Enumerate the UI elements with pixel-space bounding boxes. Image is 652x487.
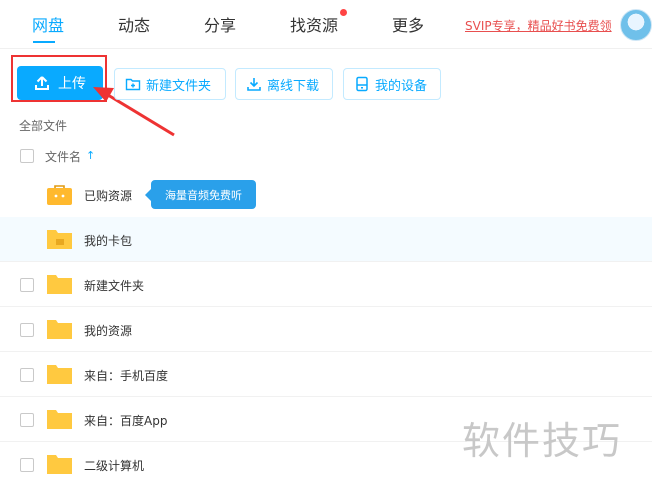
- new-folder-label: 新建文件夹: [146, 78, 212, 94]
- promo-tooltip[interactable]: 海量音频免费听: [145, 180, 256, 209]
- offline-download-label: 离线下载: [267, 78, 320, 94]
- list-item[interactable]: 来自：手机百度: [0, 352, 652, 397]
- row-checkbox[interactable]: [20, 278, 34, 292]
- list-item[interactable]: 新建文件夹: [0, 262, 652, 307]
- file-name[interactable]: 我的资源: [84, 322, 132, 339]
- file-name[interactable]: 新建文件夹: [84, 277, 144, 294]
- list-item[interactable]: 已购资源: [0, 173, 652, 218]
- folder-icon: [47, 455, 72, 474]
- row-checkbox[interactable]: [20, 413, 34, 427]
- my-devices-label: 我的设备: [375, 78, 428, 94]
- my-devices-button[interactable]: 我的设备: [343, 68, 441, 100]
- row-checkbox[interactable]: [20, 458, 34, 472]
- offline-download-button[interactable]: 离线下载: [235, 68, 333, 100]
- card-folder-icon: [47, 230, 72, 249]
- file-name[interactable]: 来自：手机百度: [84, 367, 168, 384]
- file-name[interactable]: 来自：百度App: [84, 412, 167, 429]
- file-name[interactable]: 二级计算机: [84, 457, 144, 474]
- folder-icon: [47, 320, 72, 339]
- row-checkbox[interactable]: [20, 368, 34, 382]
- list-item[interactable]: 我的卡包: [0, 217, 652, 262]
- watermark: 软件技巧: [462, 419, 623, 463]
- folder-icon: [47, 365, 72, 384]
- file-list-header: 文件名 ↑: [0, 143, 652, 169]
- sort-ascending-icon[interactable]: ↑: [86, 149, 95, 162]
- purchased-folder-icon: [47, 185, 72, 205]
- device-icon: [356, 76, 368, 92]
- file-name[interactable]: 我的卡包: [84, 232, 132, 249]
- new-folder-button[interactable]: 新建文件夹: [114, 68, 226, 100]
- breadcrumb[interactable]: 全部文件: [19, 117, 67, 134]
- folder-icon: [47, 275, 72, 294]
- folder-icon: [47, 410, 72, 429]
- download-icon: [247, 78, 261, 91]
- new-folder-icon: [125, 78, 141, 91]
- column-header-name[interactable]: 文件名: [45, 148, 81, 165]
- file-name[interactable]: 已购资源: [84, 187, 132, 204]
- select-all-checkbox[interactable]: [20, 149, 34, 163]
- list-item[interactable]: 我的资源: [0, 307, 652, 352]
- row-checkbox[interactable]: [20, 323, 34, 337]
